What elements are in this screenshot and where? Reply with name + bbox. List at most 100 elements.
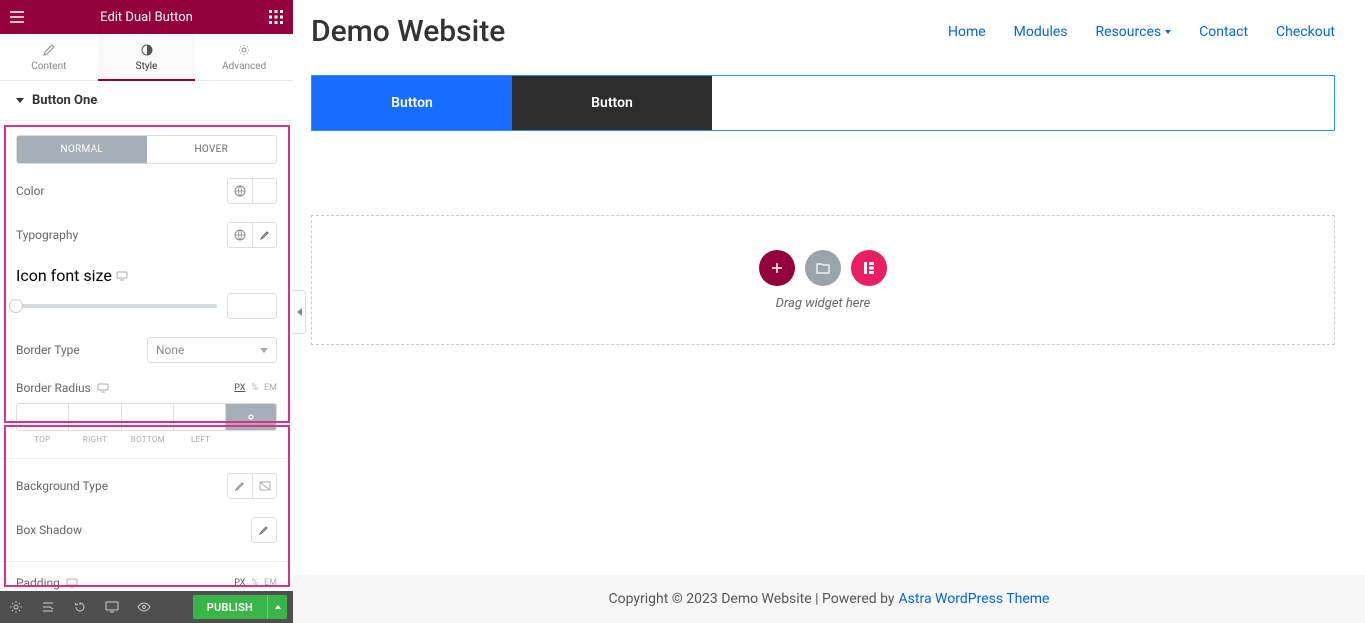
edit-box-shadow-icon[interactable] [252, 518, 276, 542]
icon-size-input[interactable] [227, 293, 277, 319]
dim-right: RIGHT [69, 435, 122, 444]
hamburger-icon[interactable] [8, 8, 26, 26]
global-icon[interactable] [228, 223, 252, 247]
tab-style[interactable]: Style [98, 34, 196, 80]
panel-tabs: Content Style Advanced [0, 34, 293, 81]
units-padding: PX % EM [234, 578, 277, 588]
sidebar-header: Edit Dual Button [0, 0, 293, 34]
canvas: Button Button Drag widget here [293, 59, 1365, 345]
bg-gradient-icon[interactable] [252, 474, 276, 498]
footer-link[interactable]: Astra WordPress Theme [899, 591, 1050, 607]
contrast-icon [141, 44, 153, 56]
select-value: None [156, 343, 184, 357]
section-body: NORMAL HOVER Color Typography Icon font … [0, 121, 293, 591]
unit-pct[interactable]: % [251, 578, 258, 588]
br-top[interactable] [17, 404, 69, 430]
drop-zone[interactable]: Drag widget here [311, 215, 1335, 345]
preview-icon[interactable] [128, 591, 160, 623]
row-typography: Typography [16, 222, 277, 248]
label-color: Color [16, 184, 44, 198]
border-radius-inputs [16, 403, 277, 431]
link-values-icon[interactable] [226, 404, 276, 430]
bg-classic-icon[interactable] [228, 474, 252, 498]
state-toggle: NORMAL HOVER [16, 135, 277, 164]
gear-icon [238, 44, 250, 56]
row-icon-font-size: Icon font size [16, 266, 277, 319]
tab-label: Style [136, 61, 158, 72]
nav-checkout[interactable]: Checkout [1276, 24, 1335, 40]
responsive-icon[interactable] [97, 383, 109, 393]
tab-label: Advanced [222, 61, 266, 72]
label-box-shadow: Box Shadow [16, 523, 82, 537]
dual-button-widget[interactable]: Button Button [311, 75, 1335, 131]
units-border-radius: PX % EM [234, 383, 277, 393]
nav-contact[interactable]: Contact [1199, 24, 1248, 40]
section-button-one[interactable]: Button One [0, 81, 293, 121]
dim-bottom: BOTTOM [122, 435, 175, 444]
unit-em[interactable]: EM [264, 578, 277, 588]
nav-label: Resources [1096, 24, 1162, 40]
dim-top: TOP [16, 435, 69, 444]
unit-px[interactable]: PX [234, 383, 245, 393]
responsive-icon[interactable] [96, 591, 128, 623]
section-title: Button One [32, 93, 97, 108]
publish-button[interactable]: PUBLISH [193, 595, 267, 619]
tab-label: Content [31, 61, 66, 72]
chevron-down-icon [1165, 30, 1171, 34]
row-color: Color [16, 178, 277, 204]
row-padding-header: Padding PX % EM [16, 576, 277, 590]
top-navigation: Demo Website Home Modules Resources Cont… [293, 0, 1365, 59]
label-border-radius: Border Radius [16, 381, 91, 395]
br-left[interactable] [174, 404, 226, 430]
row-border-radius-header: Border Radius PX % EM [16, 381, 277, 395]
slider-thumb[interactable] [9, 299, 23, 313]
state-hover[interactable]: HOVER [147, 136, 277, 163]
unit-px[interactable]: PX [234, 578, 245, 588]
label-border-type: Border Type [16, 343, 80, 357]
label-background-type: Background Type [16, 479, 108, 493]
responsive-icon[interactable] [66, 578, 78, 588]
nav-modules[interactable]: Modules [1014, 24, 1068, 40]
tab-advanced[interactable]: Advanced [195, 34, 293, 80]
panel-title: Edit Dual Button [100, 10, 193, 25]
br-bottom[interactable] [122, 404, 174, 430]
nav-resources[interactable]: Resources [1096, 24, 1172, 40]
footer-text: Copyright © 2023 Demo Website | Powered … [609, 591, 895, 607]
site-title: Demo Website [311, 14, 505, 49]
dim-labels: TOP RIGHT BOTTOM LEFT [16, 435, 277, 444]
button-two[interactable]: Button [512, 76, 712, 130]
unit-pct[interactable]: % [251, 383, 258, 393]
row-background-type: Background Type [16, 473, 277, 499]
caret-down-icon [16, 98, 24, 103]
add-section-button[interactable] [759, 250, 795, 286]
state-normal[interactable]: NORMAL [17, 136, 147, 163]
publish-options-toggle[interactable] [267, 595, 287, 619]
nav-home[interactable]: Home [948, 24, 986, 40]
settings-icon[interactable] [0, 591, 32, 623]
button-one[interactable]: Button [312, 76, 512, 130]
label-icon-font-size: Icon font size [16, 266, 112, 285]
border-type-select[interactable]: None [147, 337, 277, 363]
edit-typography-icon[interactable] [252, 223, 276, 247]
dim-left: LEFT [174, 435, 227, 444]
color-picker[interactable] [252, 179, 276, 203]
collapse-sidebar-handle[interactable] [293, 290, 306, 334]
widgets-grid-icon[interactable] [267, 8, 285, 26]
elementskit-button[interactable] [851, 250, 887, 286]
tab-content[interactable]: Content [0, 34, 98, 80]
icon-size-slider[interactable] [16, 304, 217, 308]
template-library-button[interactable] [805, 250, 841, 286]
navigator-icon[interactable] [32, 591, 64, 623]
unit-em[interactable]: EM [264, 383, 277, 393]
global-icon[interactable] [228, 179, 252, 203]
label-padding: Padding [16, 576, 60, 590]
br-right[interactable] [69, 404, 121, 430]
nav-links: Home Modules Resources Contact Checkout [948, 24, 1335, 40]
label-typography: Typography [16, 228, 78, 242]
row-border-type: Border Type None [16, 337, 277, 363]
drop-text: Drag widget here [776, 296, 871, 311]
responsive-icon[interactable] [116, 271, 128, 281]
elementor-sidebar: Edit Dual Button Content Style Advanced … [0, 0, 293, 623]
history-icon[interactable] [64, 591, 96, 623]
bottom-bar: PUBLISH [0, 591, 293, 623]
